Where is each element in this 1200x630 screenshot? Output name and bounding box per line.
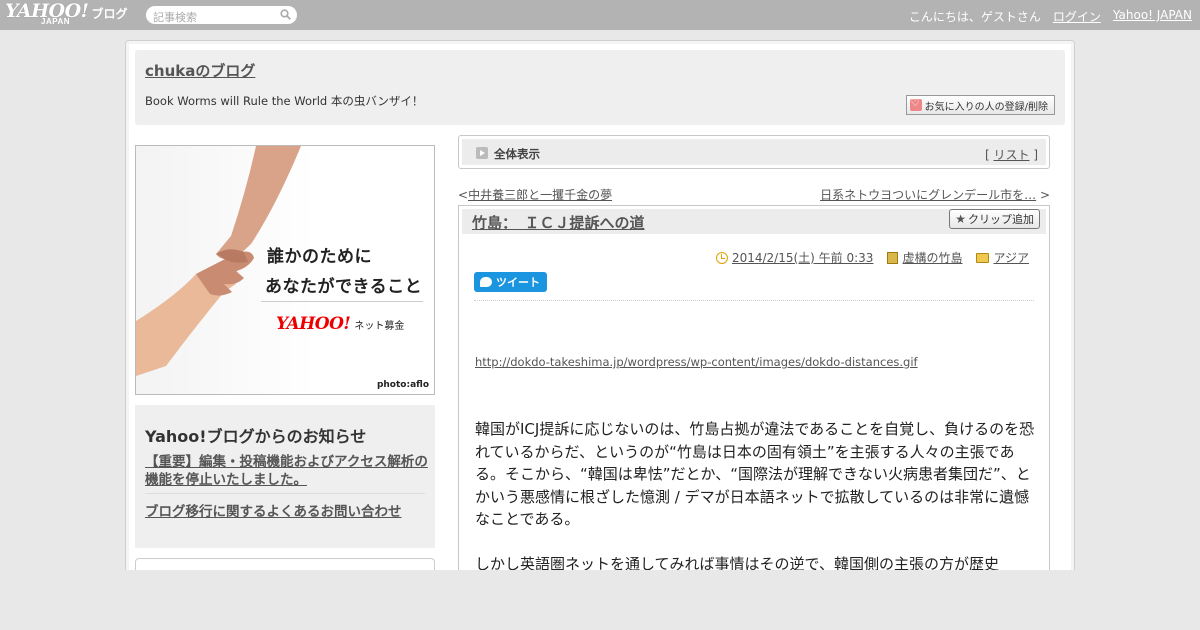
favorite-register-label: お気に入りの人の登録/削除 <box>924 101 1048 113</box>
book-category-link[interactable]: 虚構の竹島 <box>902 249 962 266</box>
heart-icon <box>909 98 922 111</box>
banner-photo-credit: photo:aflo <box>376 380 429 390</box>
login-link[interactable]: ログイン <box>1053 8 1101 25</box>
tweet-button[interactable]: ツイート <box>474 272 547 292</box>
notice-title: Yahoo!ブログからのお知らせ <box>145 427 367 446</box>
blog-title-link[interactable]: chukaのブログ <box>145 60 255 81</box>
notice-divider <box>145 493 425 494</box>
logo-japan-text: JAPAN <box>41 17 71 26</box>
yahoo-blog-logo[interactable]: YAHOO! JAPAN ブログ <box>5 2 128 28</box>
arrow-right-icon <box>476 147 488 159</box>
banner-yahoo-logo: YAHOO! ネット募金 <box>276 314 404 334</box>
view-bar: 全体表示 [ リスト ] <box>458 135 1050 169</box>
search-box <box>146 6 297 27</box>
list-view-toggle: [ リスト ] <box>984 148 1038 162</box>
donation-banner[interactable]: 誰かのために あなたができること YAHOO! ネット募金 photo:aflo <box>135 145 435 395</box>
article-paragraph: 韓国がICJ提訴に応じないのは、竹島占拠が違法であることを自覚し、負けるのを恐れ… <box>475 420 1035 528</box>
star-icon: ★ <box>955 212 966 226</box>
folder-category-link[interactable]: アジア <box>993 249 1029 266</box>
source-image-link[interactable]: http://dokdo-takeshima.jp/wordpress/wp-c… <box>475 355 918 369</box>
top-nav: こんにちは、ゲストさん ログイン Yahoo! JAPAN <box>909 8 1192 25</box>
twitter-bird-icon <box>480 277 492 287</box>
tweet-label: ツイート <box>496 276 540 289</box>
greeting-text: こんにちは、ゲストさん <box>908 10 1041 24</box>
list-view-link[interactable]: リスト <box>993 148 1029 162</box>
logo-blog-text: ブログ <box>91 7 128 21</box>
footer-band <box>0 570 1200 630</box>
search-input[interactable] <box>146 8 271 27</box>
article: 竹島： ＩＣＪ提訴への道 ★ クリップ追加 2014/2/15(土) 午前 0:… <box>458 205 1050 605</box>
article-header: 竹島： ＩＣＪ提訴への道 ★ クリップ追加 <box>462 209 1046 234</box>
notice-link-important[interactable]: 【重要】編集・投稿機能およびアクセス解析の機能を停止いたしました。 <box>145 453 430 489</box>
blog-header: chukaのブログ Book Worms will Rule the World… <box>135 50 1065 125</box>
notice-link-faq[interactable]: ブログ移行に関するよくあるお問い合わせ <box>145 500 402 520</box>
article-title-link[interactable]: 竹島： ＩＣＪ提訴への道 <box>472 212 645 233</box>
clip-add-button[interactable]: ★ クリップ追加 <box>949 209 1040 229</box>
banner-divider <box>261 301 423 302</box>
article-meta: 2014/2/15(土) 午前 0:33 虚構の竹島 アジア <box>715 249 1029 266</box>
dotted-divider <box>474 300 1034 301</box>
blog-description: Book Worms will Rule the World 本の虫バンザイ！ <box>145 94 424 108</box>
prev-post-link[interactable]: 中井養三郎と一攫千金の夢 <box>468 188 612 202</box>
banner-logo-text: YAHOO! <box>276 314 351 334</box>
book-icon <box>887 251 899 264</box>
post-date-link[interactable]: 2014/2/15(土) 午前 0:33 <box>732 249 873 266</box>
view-all-label: 全体表示 <box>494 147 540 161</box>
top-bar: YAHOO! JAPAN ブログ こんにちは、ゲストさん ログイン Yahoo!… <box>0 0 1200 30</box>
banner-line2: あなたができること <box>265 277 423 297</box>
clock-icon <box>715 251 728 264</box>
search-icon[interactable] <box>280 9 291 20</box>
banner-line1: 誰かのために <box>267 247 372 267</box>
banner-logo-caption: ネット募金 <box>354 321 405 332</box>
hands-illustration <box>136 146 301 376</box>
next-post-link[interactable]: 日系ネトウヨついにグレンデール市を… <box>820 188 1036 202</box>
favorite-register-button[interactable]: お気に入りの人の登録/削除 <box>905 95 1055 115</box>
notice-box: Yahoo!ブログからのお知らせ 【重要】編集・投稿機能およびアクセス解析の機能… <box>135 405 435 548</box>
clip-add-label: クリップ追加 <box>968 213 1034 226</box>
folder-icon <box>976 252 990 263</box>
yahoo-japan-link[interactable]: Yahoo! JAPAN <box>1113 8 1192 25</box>
